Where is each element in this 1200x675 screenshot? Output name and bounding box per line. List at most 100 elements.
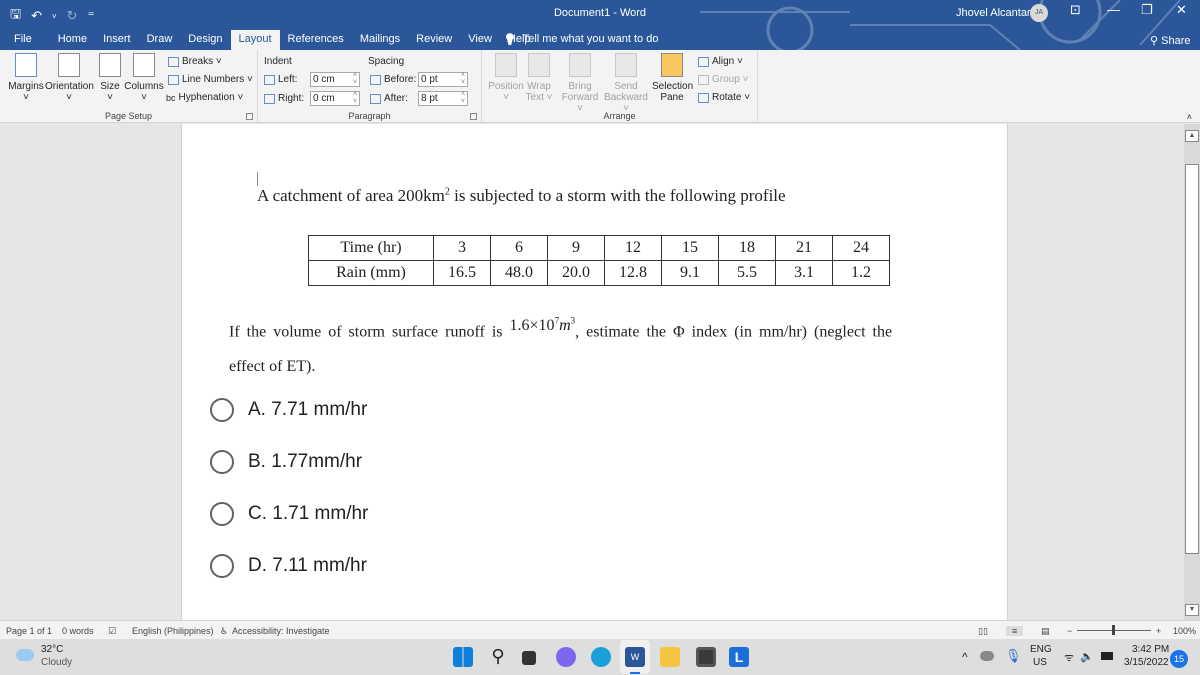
tab-references[interactable]: References [280,30,352,50]
table-row: Time (hr) 3 6 9 12 15 18 21 24 [308,235,890,261]
start-icon[interactable] [453,647,473,667]
page-setup-launcher[interactable] [246,113,253,120]
ribbon-display-icon[interactable]: ⊡ [1070,2,1081,18]
orientation-label: Orientation [45,81,94,92]
question-line-2: effect of ET). [229,358,316,375]
option-b[interactable]: B. 1.77mm/hr [210,450,362,474]
zoom-in-button[interactable]: + [1156,626,1161,636]
tab-draw[interactable]: Draw [139,30,181,50]
chat-icon[interactable] [556,647,576,667]
tray-chevron-icon[interactable]: ^ [962,650,968,664]
line-numbers-button[interactable]: Line Numbers ˅ [168,74,253,85]
option-a[interactable]: A. 7.71 mm/hr [210,398,367,422]
scroll-down-arrow-icon[interactable]: ▼ [1185,604,1199,616]
file-explorer-icon[interactable] [660,647,680,667]
language-bottom[interactable]: US [1033,657,1047,668]
word-count[interactable]: 0 words [62,626,94,636]
language-top[interactable]: ENG [1030,644,1052,655]
tab-layout[interactable]: Layout [230,30,280,50]
indent-left-field[interactable]: 0 cm ˄ ˅ [310,72,360,87]
columns-button[interactable]: Columns ˅ [124,53,164,103]
restore-button[interactable]: ❐ [1141,2,1153,18]
option-c[interactable]: C. 1.71 mm/hr [210,502,368,526]
page-setup-label: Page Setup [104,111,153,121]
read-mode-icon[interactable]: ▯▯ [978,626,988,637]
minimize-button[interactable]: — [1107,2,1120,17]
web-layout-icon[interactable]: ▤ [1041,626,1050,637]
battery-icon[interactable] [1101,652,1113,660]
task-view-icon[interactable] [522,651,536,665]
scroll-thumb[interactable] [1185,164,1199,554]
hyphenation-button[interactable]: bc Hyphenation ˅ [166,92,243,103]
position-button[interactable]: Position ˅ [486,53,526,103]
spacing-after-field[interactable]: 8 pt ˄ ˅ [418,91,468,106]
app-icon[interactable] [696,647,716,667]
option-d[interactable]: D. 7.11 mm/hr [210,554,367,578]
margins-button[interactable]: Margins ˅ [6,53,46,103]
search-icon[interactable]: ⚲ [488,647,508,667]
align-button[interactable]: Align ˅ [698,56,743,67]
table-cell: 3 [433,235,491,261]
spinner-icon[interactable]: ˄ ˅ [353,91,357,105]
clock-time[interactable]: 3:42 PM [1132,644,1169,655]
tab-view[interactable]: View [460,30,500,50]
send-backward-button[interactable]: Send Backward ˅ [602,53,650,114]
rotate-button[interactable]: Rotate ˅ [698,92,750,103]
temperature[interactable]: 32°C [41,644,63,655]
proofing-icon[interactable]: ☑ [108,626,116,637]
radio-button[interactable] [210,502,234,526]
edge-icon[interactable] [591,647,611,667]
microphone-icon[interactable]: 🎙 [1005,648,1022,664]
share-button[interactable]: ⚲ Share [1150,34,1190,47]
orientation-button[interactable]: Orientation ˅ [45,53,94,103]
table-cell: 9 [547,235,605,261]
onedrive-error-icon[interactable] [980,651,994,661]
tab-design[interactable]: Design [180,30,230,50]
spinner-icon[interactable]: ˄ ˅ [461,72,465,86]
breaks-button[interactable]: Breaks ˅ [168,56,222,67]
indent-right-field[interactable]: 0 cm ˄ ˅ [310,91,360,106]
weather-condition[interactable]: Cloudy [41,657,72,668]
spinner-icon[interactable]: ˄ ˅ [461,91,465,105]
accessibility-status[interactable]: Accessibility: Investigate [232,626,330,636]
group-button[interactable]: Group ˅ [698,74,748,85]
tab-home[interactable]: Home [40,30,95,50]
tab-mailings[interactable]: Mailings [352,30,408,50]
l-app-icon[interactable]: L [729,647,749,667]
align-label: Align ˅ [712,56,743,67]
user-name[interactable]: Jhovel Alcantara [956,7,1037,19]
print-layout-icon[interactable]: ≡ [1006,626,1024,636]
spacing-before-field[interactable]: 0 pt ˄ ˅ [418,72,468,87]
zoom-level[interactable]: 100% [1173,626,1196,636]
bring-forward-label: Bring Forward ˅ [561,81,599,114]
size-button[interactable]: Size ˅ [98,53,122,103]
vertical-scrollbar[interactable]: ▲ ▼ [1184,124,1200,620]
wrap-text-button[interactable]: Wrap Text ˅ [524,53,554,103]
collapse-ribbon-icon[interactable]: ˄ [1187,112,1192,122]
close-button[interactable]: ✕ [1176,2,1187,18]
spinner-icon[interactable]: ˄ ˅ [353,72,357,86]
bring-forward-button[interactable]: Bring Forward ˅ [558,53,602,114]
tab-insert[interactable]: Insert [95,30,139,50]
radio-button[interactable] [210,554,234,578]
language[interactable]: English (Philippines) [132,626,214,636]
wifi-icon[interactable]: ᯤ [1064,650,1074,665]
tab-file[interactable]: File [0,30,40,50]
document-page[interactable]: A catchment of area 200km2 is subjected … [181,124,1008,620]
notification-badge[interactable]: 15 [1170,650,1188,668]
page-count[interactable]: Page 1 of 1 [6,626,52,636]
zoom-slider-thumb[interactable] [1112,625,1115,635]
word-icon[interactable]: W [625,647,645,667]
avatar[interactable]: JA [1030,4,1048,22]
tab-review[interactable]: Review [408,30,460,50]
selection-pane-button[interactable]: Selection Pane [652,53,693,103]
clock-date[interactable]: 3/15/2022 [1124,657,1169,668]
radio-button[interactable] [210,398,234,422]
zoom-out-button[interactable]: − [1067,626,1072,636]
tell-me-search[interactable]: 💡 Tell me what you want to do [503,33,658,46]
paragraph-launcher[interactable] [470,113,477,120]
scroll-up-arrow-icon[interactable]: ▲ [1185,130,1199,142]
line-numbers-icon [168,74,179,85]
volume-icon[interactable]: 🔈 [1080,650,1094,663]
radio-button[interactable] [210,450,234,474]
